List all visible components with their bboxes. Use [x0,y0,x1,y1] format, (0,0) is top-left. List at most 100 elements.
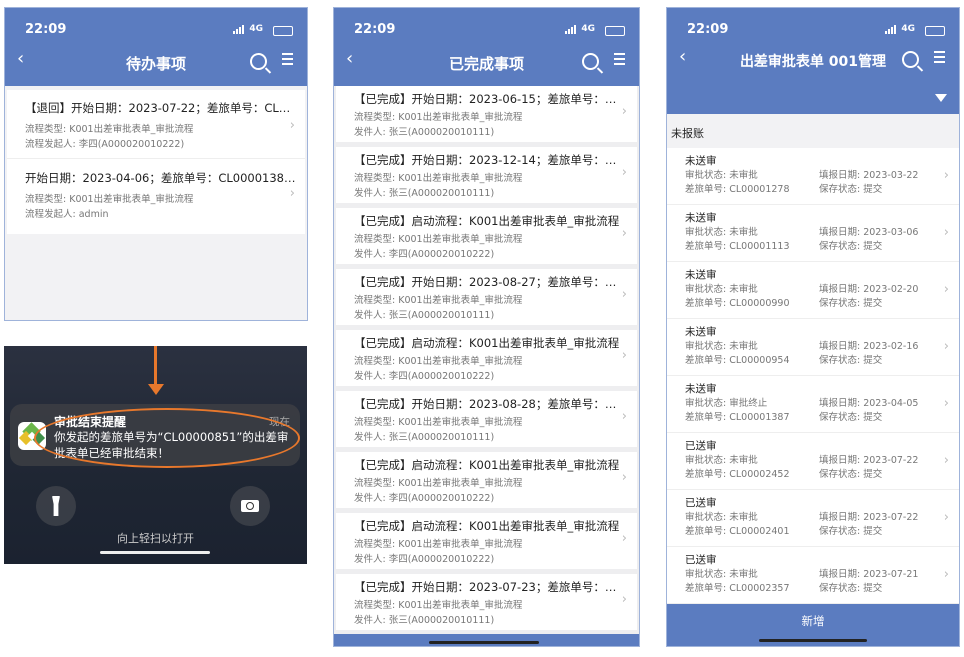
home-indicator[interactable] [429,641,539,644]
trip-number: 差旅单号: CL00001387 [685,412,790,423]
item-sender: 发件人: 李四(A000020010222) [354,493,495,504]
chevron-right-icon: › [621,348,627,363]
flashlight-button[interactable] [36,486,76,526]
item-type: 流程类型: K001出差审批表单_审批流程 [354,234,523,245]
chevron-right-icon: › [943,396,949,411]
list-item[interactable]: 开始日期：2023-04-06；差旅单号：CL00001386；填... 流程类… [7,164,305,228]
list-item[interactable]: 【已完成】开始日期：2023-08-28；差旅单号：CL000... 流程类型:… [336,391,637,447]
save-status: 保存状态: 提交 [819,526,883,537]
signal-icon: 4G [233,24,263,34]
save-status: 保存状态: 提交 [819,583,883,594]
fill-date: 填报日期: 2023-07-21 [819,569,919,580]
list-item[interactable]: 未送审 审批状态: 未审批 差旅单号: CL00000990 填报日期: 2023… [667,262,959,319]
chevron-right-icon: › [289,186,295,201]
status-bar: 22:09 4G [667,8,959,42]
chevron-right-icon: › [621,531,627,546]
home-indicator[interactable] [100,551,210,554]
trip-number: 差旅单号: CL00002452 [685,469,790,480]
approval-status: 审批状态: 未审批 [685,455,758,466]
list-item[interactable]: 【已完成】开始日期：2023-06-15；差旅单号：CL000... 流程类型:… [336,86,637,142]
highlight-ellipse [34,408,300,468]
list-item[interactable]: 已送审 审批状态: 未审批 差旅单号: CL00002452 填报日期: 2023… [667,433,959,490]
item-title: 【已完成】开始日期：2023-07-23；差旅单号：CL000... [354,580,621,594]
item-title: 【已完成】开始日期：2023-08-28；差旅单号：CL000... [354,397,621,411]
nav-bar: ‹ 已完成事项 [334,42,639,82]
list-item[interactable]: 【退回】开始日期：2023-07-22；差旅单号：CL00002... 流程类型… [7,94,305,160]
list-item[interactable]: 【已完成】开始日期：2023-08-27；差旅单号：CL000... 流程类型:… [336,269,637,325]
fill-date: 填报日期: 2023-02-20 [819,284,919,295]
chevron-right-icon: › [943,453,949,468]
menu-icon[interactable] [614,53,625,65]
nav-bar: ‹ 出差审批表单 001管理 [667,40,959,80]
flashlight-icon [52,496,60,516]
list-item[interactable]: 未送审 审批状态: 未审批 差旅单号: CL00001113 填报日期: 2023… [667,205,959,262]
list-item[interactable]: 【已完成】启动流程：K001出差审批表单_审批流程 流程类型: K001出差审批… [336,513,637,569]
chevron-right-icon: › [943,567,949,582]
trip-number: 差旅单号: CL00001113 [685,241,790,252]
section-header: 未报账 [667,114,959,148]
item-type: 流程类型: K001出差审批表单_审批流程 [354,112,523,123]
status-time: 22:09 [25,22,67,37]
search-icon[interactable] [250,53,267,70]
divider [7,158,305,159]
save-status: 保存状态: 提交 [819,412,883,423]
item-type: 流程类型: K001出差审批表单_审批流程 [354,478,523,489]
chevron-right-icon: › [621,470,627,485]
approval-status: 审批状态: 未审批 [685,512,758,523]
list-item[interactable]: 未送审 审批状态: 未审批 差旅单号: CL00000954 填报日期: 2023… [667,319,959,376]
approval-status: 审批状态: 未审批 [685,569,758,580]
trip-number: 差旅单号: CL00001278 [685,184,790,195]
chevron-right-icon: › [621,165,627,180]
item-type: 流程类型: K001出差审批表单_审批流程 [25,124,194,135]
home-indicator[interactable] [759,639,867,642]
chevron-right-icon: › [943,225,949,240]
list-item[interactable]: 未送审 审批状态: 审批终止 差旅单号: CL00001387 填报日期: 202… [667,376,959,433]
arrow-annotation [154,346,157,386]
item-type: 流程类型: K001出差审批表单_审批流程 [354,417,523,428]
status-bar: 22:09 4G [334,8,639,42]
completed-screen: 22:09 4G ‹ 已完成事项 【已完成】开始日期：2023-06-15；差旅… [333,7,640,647]
chevron-right-icon: › [943,282,949,297]
item-type: 流程类型: K001出差审批表单_审批流程 [354,295,523,306]
list-item[interactable]: 已送审 审批状态: 未审批 差旅单号: CL00002357 填报日期: 2023… [667,547,959,604]
list-item[interactable]: 未送审 审批状态: 未审批 差旅单号: CL00001278 填报日期: 2023… [667,148,959,205]
item-title: 【已完成】开始日期：2023-06-15；差旅单号：CL000... [354,92,621,106]
item-title: 【已完成】启动流程：K001出差审批表单_审批流程 [354,519,620,533]
menu-icon[interactable] [282,53,293,65]
status-bar: 22:09 4G [5,8,307,42]
item-sender: 发件人: 李四(A000020010222) [354,371,495,382]
item-type: 流程类型: K001出差审批表单_审批流程 [354,356,523,367]
list-item[interactable]: 【已完成】开始日期：2023-12-14；差旅单号：CL000... 流程类型:… [336,147,637,203]
nav-bar: ‹ 待办事项 [5,42,307,82]
battery-icon [605,26,625,36]
save-status: 保存状态: 提交 [819,355,883,366]
filter-icon[interactable] [935,94,947,102]
camera-button[interactable] [230,486,270,526]
item-initiator: 流程发起人: 李四(A000020010222) [25,139,185,150]
item-sender: 发件人: 张三(A000020010111) [354,432,495,443]
save-status: 保存状态: 提交 [819,184,883,195]
send-status: 已送审 [685,554,717,566]
search-icon[interactable] [582,53,599,70]
item-title: 【已完成】启动流程：K001出差审批表单_审批流程 [354,458,620,472]
fill-date: 填报日期: 2023-07-22 [819,512,919,523]
item-title: 【已完成】启动流程：K001出差审批表单_审批流程 [354,214,620,228]
approval-status: 审批状态: 未审批 [685,284,758,295]
signal-icon: 4G [885,24,915,34]
list-item[interactable]: 【已完成】开始日期：2023-07-23；差旅单号：CL000... 流程类型:… [336,574,637,630]
list-item[interactable]: 【已完成】启动流程：K001出差审批表单_审批流程 流程类型: K001出差审批… [336,452,637,508]
item-title: 【退回】开始日期：2023-07-22；差旅单号：CL00002... [25,101,297,115]
list-item[interactable]: 【已完成】启动流程：K001出差审批表单_审批流程 流程类型: K001出差审批… [336,208,637,264]
approval-status: 审批状态: 未审批 [685,341,758,352]
search-icon[interactable] [902,51,919,68]
todo-screen: 22:09 4G ‹ 待办事项 【退回】开始日期：2023-07-22；差旅单号… [4,7,308,321]
fill-date: 填报日期: 2023-03-22 [819,170,919,181]
item-sender: 发件人: 张三(A000020010111) [354,310,495,321]
fill-date: 填报日期: 2023-02-16 [819,341,919,352]
save-status: 保存状态: 提交 [819,241,883,252]
item-sender: 发件人: 张三(A000020010111) [354,615,495,626]
list-item[interactable]: 【已完成】启动流程：K001出差审批表单_审批流程 流程类型: K001出差审批… [336,330,637,386]
item-title: 【已完成】开始日期：2023-08-27；差旅单号：CL000... [354,275,621,289]
list-item[interactable]: 已送审 审批状态: 未审批 差旅单号: CL00002401 填报日期: 2023… [667,490,959,547]
menu-icon[interactable] [934,51,945,63]
